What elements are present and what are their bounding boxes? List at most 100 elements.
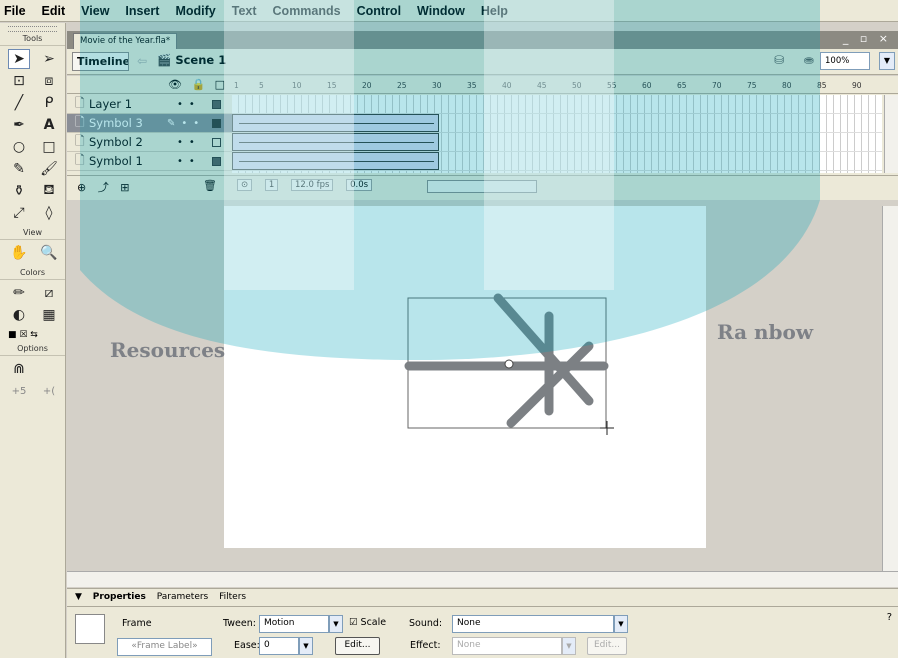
layer-row-symbol-3[interactable]: 🗋 Symbol 3 ✎•• (67, 114, 232, 133)
layer-column-icons[interactable]: 👁 🔒 □ (168, 78, 228, 91)
collapse-arrow-icon[interactable]: ▼ (75, 592, 82, 602)
ruler-tick: 55 (607, 81, 617, 90)
delete-layer-icon[interactable]: 🗑 (203, 179, 217, 192)
menu-bar: File Edit View Insert Modify Text Comman… (0, 0, 898, 22)
tab-properties[interactable]: Properties (93, 592, 146, 602)
menu-modify[interactable]: Modify (175, 4, 215, 18)
tween-select[interactable]: Motion (259, 615, 329, 633)
gradient-transform-icon[interactable]: ⧈ (38, 71, 60, 91)
frame-grid[interactable] (232, 95, 882, 173)
menu-control[interactable]: Control (357, 4, 401, 18)
menu-view[interactable]: View (81, 4, 109, 18)
stage-text-rainbow[interactable]: Ra nbow (717, 320, 813, 344)
stage-horizontal-scrollbar[interactable] (67, 571, 898, 587)
visibility-lock-dots[interactable]: •• (177, 137, 201, 148)
menu-help[interactable]: Help (481, 4, 508, 18)
straighten-icon[interactable]: +( (38, 381, 60, 401)
outline-toggle[interactable] (212, 99, 221, 109)
magnet-icon[interactable]: ⋒ (8, 359, 30, 379)
add-layer-icons[interactable]: ⊕ ⤴ ⊞ (77, 179, 133, 195)
ink-bottle-icon[interactable]: ⚱ (8, 181, 30, 201)
menu-insert[interactable]: Insert (125, 4, 159, 18)
effect-select[interactable]: None (452, 637, 562, 655)
motion-tween-span[interactable] (232, 114, 439, 132)
paint-bucket-icon[interactable]: ⛾ (38, 181, 60, 201)
timeline-vertical-scrollbar[interactable] (884, 95, 898, 173)
tab-filters[interactable]: Filters (219, 592, 246, 602)
oval-icon[interactable]: ○ (8, 137, 30, 157)
visibility-lock-dots[interactable]: ✎•• (167, 118, 205, 129)
ease-dropdown-icon[interactable]: ▼ (299, 637, 313, 655)
sound-dropdown-icon[interactable]: ▼ (614, 615, 628, 633)
edit-symbol-icons[interactable]: ⛁ ⛂ (774, 53, 822, 67)
scale-checkbox[interactable]: ☑ Scale (349, 617, 386, 628)
visibility-lock-dots[interactable]: •• (177, 156, 201, 167)
timeline-horizontal-scrollbar[interactable] (427, 180, 537, 193)
outline-toggle[interactable] (212, 156, 221, 166)
layer-row-symbol-1[interactable]: 🗋 Symbol 1 •• (67, 152, 232, 171)
eyedropper-icon[interactable]: ⤢ (8, 203, 30, 223)
text-icon[interactable]: A (38, 115, 60, 135)
onion-skin-icon[interactable]: ⊙ (237, 179, 253, 191)
layer-name: Layer 1 (89, 97, 133, 111)
color-swap-icons[interactable]: ■ ☒ ⇆ (0, 328, 65, 342)
subselection-icon[interactable]: ➢ (38, 49, 60, 69)
free-transform-icon[interactable]: ⊡ (8, 71, 30, 91)
eraser-icon[interactable]: ◊ (38, 203, 60, 223)
edit-ease-button[interactable]: Edit... (335, 637, 380, 655)
zoom-icon[interactable]: 🔍 (38, 243, 60, 263)
tab-parameters[interactable]: Parameters (157, 592, 209, 602)
scene-breadcrumb[interactable]: 🎬 Scene 1 (157, 53, 226, 67)
visibility-lock-dots[interactable]: •• (177, 99, 201, 110)
view-section-label: View (0, 226, 65, 240)
menu-edit[interactable]: Edit (42, 4, 66, 18)
tween-dropdown-icon[interactable]: ▼ (329, 615, 343, 633)
ruler-tick: 60 (642, 81, 652, 90)
frame-label-input[interactable]: «Frame Label» (117, 638, 212, 656)
menu-file[interactable]: File (4, 4, 26, 18)
menu-commands[interactable]: Commands (273, 4, 341, 18)
back-arrow-icon[interactable]: ⇦ (137, 54, 147, 68)
frame-row[interactable] (232, 152, 882, 171)
window-controls[interactable]: _ ▫ × (843, 32, 892, 45)
hand-icon[interactable]: ✋ (8, 243, 30, 263)
lasso-icon[interactable]: ᑭ (38, 93, 60, 113)
document-tab[interactable]: Movie of the Year.fla* (73, 33, 178, 49)
layer-icon: 🗋 (75, 133, 85, 148)
effect-edit-button[interactable]: Edit... (587, 637, 627, 655)
motion-tween-span[interactable] (232, 152, 439, 170)
stroke-color-icon[interactable]: ✏ (8, 283, 30, 303)
motion-tween-span[interactable] (232, 133, 439, 151)
stage-text-resources[interactable]: Resources (110, 338, 225, 362)
effect-dropdown-icon[interactable]: ▼ (562, 637, 576, 655)
zoom-dropdown-icon[interactable]: ▼ (879, 52, 895, 70)
layer-row-symbol-2[interactable]: 🗋 Symbol 2 •• (67, 133, 232, 152)
layer-row-layer-1[interactable]: 🗋 Layer 1 •• (67, 95, 232, 114)
sound-select[interactable]: None (452, 615, 614, 633)
frame-ruler[interactable]: 1 5 10 15 20 25 30 35 40 45 50 55 60 65 … (232, 76, 882, 94)
brush-icon[interactable]: 🖌 (38, 159, 60, 179)
fill-color-icon[interactable]: ◐ (8, 305, 30, 325)
frame-row[interactable] (232, 114, 882, 133)
pen-icon[interactable]: ✒ (8, 115, 30, 135)
menu-window[interactable]: Window (417, 4, 465, 18)
zoom-input[interactable]: 100% (820, 52, 870, 70)
pencil-icon[interactable]: ✎ (8, 159, 30, 179)
stage-vertical-scrollbar[interactable] (882, 206, 898, 571)
effect-label: Effect: (410, 640, 441, 651)
outline-toggle[interactable] (212, 137, 221, 147)
smooth-icon[interactable]: +5 (8, 381, 30, 401)
fill-swatch-icon[interactable]: ▦ (38, 305, 60, 325)
stage[interactable] (224, 206, 706, 548)
frame-row[interactable] (232, 133, 882, 152)
timeline-toggle-button[interactable]: Timeline (72, 52, 129, 71)
frame-row[interactable] (232, 95, 882, 114)
line-icon[interactable]: ╱ (8, 93, 30, 113)
selection-arrow-icon[interactable]: ➤ (8, 49, 30, 69)
rectangle-icon[interactable]: □ (38, 137, 60, 157)
menu-text[interactable]: Text (232, 4, 257, 18)
ease-input[interactable]: 0 (259, 637, 299, 655)
outline-toggle[interactable] (212, 118, 221, 128)
help-icon[interactable]: ? (887, 612, 892, 623)
no-color-swatch-icon[interactable]: ⧄ (38, 283, 60, 303)
